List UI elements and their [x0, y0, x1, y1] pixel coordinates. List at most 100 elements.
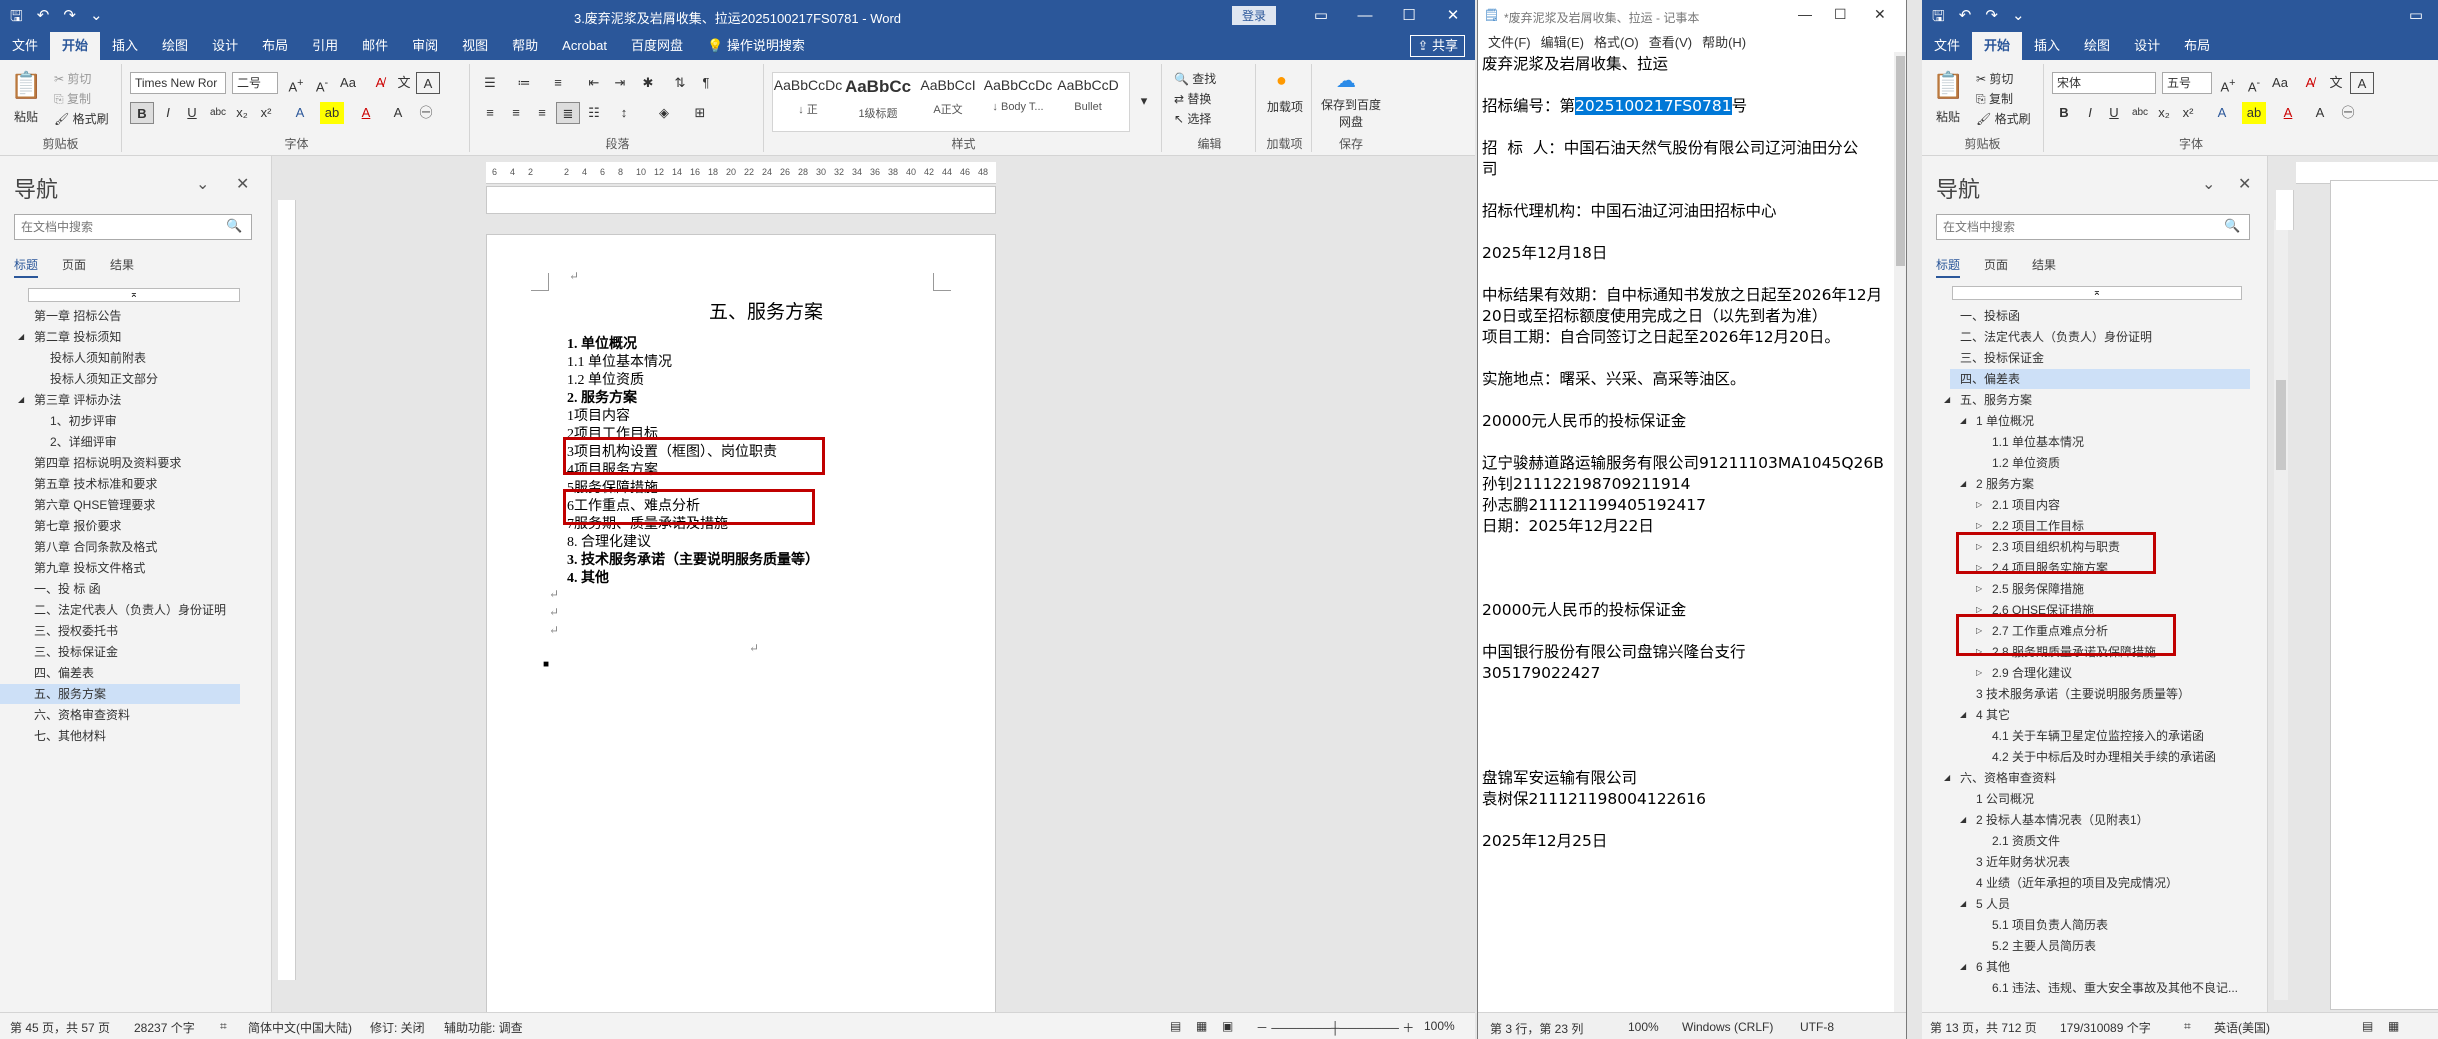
accessibility[interactable]: 辅助功能: 调查	[444, 1019, 523, 1036]
style-item[interactable]: AaBbCcD Bullet	[1053, 77, 1123, 113]
highlight-icon[interactable]: ab	[320, 102, 344, 124]
zoom-slider[interactable]: － ───────┼─────── ＋	[1256, 1019, 1414, 1036]
strikethrough-icon[interactable]: abc	[2128, 102, 2152, 124]
line-spacing-icon[interactable]: ↕	[612, 102, 636, 124]
tab-design[interactable]: 设计	[2122, 32, 2172, 60]
tab-references[interactable]: 引用	[300, 32, 350, 60]
nav-options-icon[interactable]: ⌄	[2202, 174, 2215, 194]
tab-draw[interactable]: 绘图	[150, 32, 200, 60]
collapse-all-bar[interactable]: ⌅	[28, 288, 240, 302]
menu-help[interactable]: 帮助(H)	[1702, 32, 1746, 51]
close-button[interactable]: ✕	[1874, 6, 1886, 23]
nav-heading-item[interactable]: 4.2 关于中标后及时办理相关手续的承诺函	[1950, 747, 2250, 767]
align-right-icon[interactable]: ≡	[530, 102, 554, 124]
minimize-button[interactable]: —	[1798, 6, 1812, 22]
nav-heading-item[interactable]: 第七章 报价要求	[0, 516, 240, 536]
nav-heading-item[interactable]: 4.1 关于车辆卫星定位监控接入的承诺函	[1950, 726, 2250, 746]
paste-button[interactable]: 粘贴	[1936, 108, 1960, 125]
expand-arrow-icon[interactable]: ◢	[1960, 957, 1966, 977]
tab-file[interactable]: 文件	[0, 32, 50, 60]
nav-heading-item[interactable]: 一、投标函	[1950, 306, 2250, 326]
horizontal-ruler[interactable]: 6 4 2 2 4 6 8 10 12 14 16 18 20 22 24 26 28 30 32 34 36 38 40 4…	[486, 162, 996, 184]
nav-search-input[interactable]: 在文档中搜索	[14, 214, 252, 240]
font-name-box[interactable]: 宋体	[2052, 72, 2156, 94]
nav-heading-item[interactable]: ◢ 第二章 投标须知	[0, 327, 240, 347]
customize-qat-icon[interactable]: ⌄	[2012, 6, 2025, 31]
nav-heading-item[interactable]: ◢ 第三章 评标办法	[0, 390, 240, 410]
page-current[interactable]: ↵ 五、服务方案 1. 单位概况 1.1 单位基本情况 1.2 单位资质 2. …	[486, 234, 996, 1012]
nav-heading-item[interactable]: 投标人须知正文部分	[0, 369, 240, 389]
distributed-icon[interactable]: ☷	[582, 102, 606, 124]
collapsed-arrow-icon[interactable]: ▷	[1976, 495, 1982, 515]
redo-icon[interactable]: ↷	[1985, 6, 1998, 31]
expand-arrow-icon[interactable]: ◢	[1960, 810, 1966, 830]
expand-arrow-icon[interactable]: ◢	[1960, 474, 1966, 494]
italic-icon[interactable]: I	[156, 102, 180, 124]
page-current[interactable]	[2330, 180, 2438, 1010]
tab-acrobat[interactable]: Acrobat	[550, 32, 619, 60]
text-effects-icon[interactable]: A	[2210, 102, 2234, 124]
italic-icon[interactable]: I	[2078, 102, 2102, 124]
tab-pages[interactable]: 页面	[62, 256, 86, 278]
tell-me-search[interactable]: 💡 操作说明搜索	[695, 32, 817, 60]
menu-file[interactable]: 文件(F)	[1488, 32, 1531, 51]
nav-close-icon[interactable]: ✕	[236, 174, 249, 194]
nav-heading-item[interactable]: 三、授权委托书	[0, 621, 240, 641]
word-count[interactable]: 179/310089 个字	[2060, 1019, 2151, 1036]
tab-view[interactable]: 视图	[450, 32, 500, 60]
nav-heading-item[interactable]: 第一章 招标公告	[0, 306, 240, 326]
style-item[interactable]: AaBbCc 1级标题	[843, 77, 913, 121]
nav-heading-item[interactable]: ◢ 六、资格审查资料	[1944, 768, 2250, 788]
align-center-icon[interactable]: ≡	[504, 102, 528, 124]
multilevel-list-icon[interactable]: ≡	[546, 72, 570, 94]
tab-results[interactable]: 结果	[2032, 256, 2056, 278]
nav-heading-item[interactable]: 第五章 技术标准和要求	[0, 474, 240, 494]
paste-icon[interactable]: 📋	[1932, 70, 1964, 101]
menu-format[interactable]: 格式(O)	[1594, 32, 1639, 51]
nav-heading-item[interactable]: 二、法定代表人（负责人）身份证明	[1950, 327, 2250, 347]
search-icon[interactable]: 🔍	[2224, 218, 2240, 234]
nav-heading-item[interactable]: ▷ 2.1 项目内容	[1950, 495, 2250, 515]
expand-arrow-icon[interactable]: ◢	[1944, 768, 1950, 788]
zoom-level[interactable]: 100%	[1424, 1019, 1455, 1033]
save-to-baidu-button[interactable]: 保存到百度网盘	[1318, 96, 1384, 130]
cut-button[interactable]: ✂ 剪切	[54, 70, 91, 87]
shrink-font-icon[interactable]: A-	[2242, 72, 2266, 94]
font-color-icon[interactable]: A	[354, 102, 378, 124]
track-changes[interactable]: 修订: 关闭	[370, 1019, 425, 1036]
increase-indent-icon[interactable]: ⇥	[608, 72, 632, 94]
find-button[interactable]: 🔍 查找	[1174, 70, 1216, 87]
phonetic-icon[interactable]: 文	[2324, 72, 2348, 94]
word-count[interactable]: 28237 个字	[134, 1019, 195, 1036]
paste-button[interactable]: 粘贴	[14, 108, 38, 125]
copy-button[interactable]: ⎘ 复制	[54, 90, 91, 107]
nav-scrollbar[interactable]	[2274, 220, 2288, 1000]
nav-heading-item[interactable]: 2.1 资质文件	[1950, 831, 2250, 851]
nav-heading-item[interactable]: 6.1 违法、违规、重大安全事故及其他不良记...	[1950, 978, 2250, 998]
shading-icon[interactable]: ◈	[652, 102, 676, 124]
shrink-font-icon[interactable]: A-	[310, 72, 334, 94]
nav-heading-item[interactable]: ▷ 2.5 服务保障措施	[1950, 579, 2250, 599]
undo-icon[interactable]: ↶	[1959, 6, 1972, 31]
tab-headings[interactable]: 标题	[1936, 256, 1961, 278]
nav-options-icon[interactable]: ⌄	[196, 174, 209, 194]
nav-heading-item[interactable]: ◢ 1 单位概况	[1950, 411, 2250, 431]
tab-draw[interactable]: 绘图	[2072, 32, 2122, 60]
expand-arrow-icon[interactable]: ◢	[18, 390, 24, 410]
clear-format-icon[interactable]: A̸	[2298, 72, 2322, 94]
grow-font-icon[interactable]: A+	[2216, 72, 2240, 94]
tab-baidu[interactable]: 百度网盘	[619, 32, 695, 60]
nav-heading-item[interactable]: 1、初步评审	[0, 411, 240, 431]
style-item[interactable]: AaBbCcDc ↓ Body T...	[983, 77, 1053, 113]
nav-heading-item[interactable]: ◢ 4 其它	[1950, 705, 2250, 725]
tab-review[interactable]: 审阅	[400, 32, 450, 60]
print-layout-icon[interactable]: ▦	[2388, 1019, 2399, 1033]
tab-home[interactable]: 开始	[50, 32, 101, 60]
nav-heading-item[interactable]: 第八章 合同条款及格式	[0, 537, 240, 557]
nav-heading-item[interactable]: 3 技术服务承诺（主要说明服务质量等）	[1950, 684, 2250, 704]
copy-button[interactable]: ⎘ 复制	[1976, 90, 2013, 107]
nav-heading-item[interactable]: 1.1 单位基本情况	[1950, 432, 2250, 452]
nav-heading-item[interactable]: ◢ 6 其他	[1950, 957, 2250, 977]
expand-arrow-icon[interactable]: ◢	[1960, 894, 1966, 914]
numbering-icon[interactable]: ≔	[512, 72, 536, 94]
